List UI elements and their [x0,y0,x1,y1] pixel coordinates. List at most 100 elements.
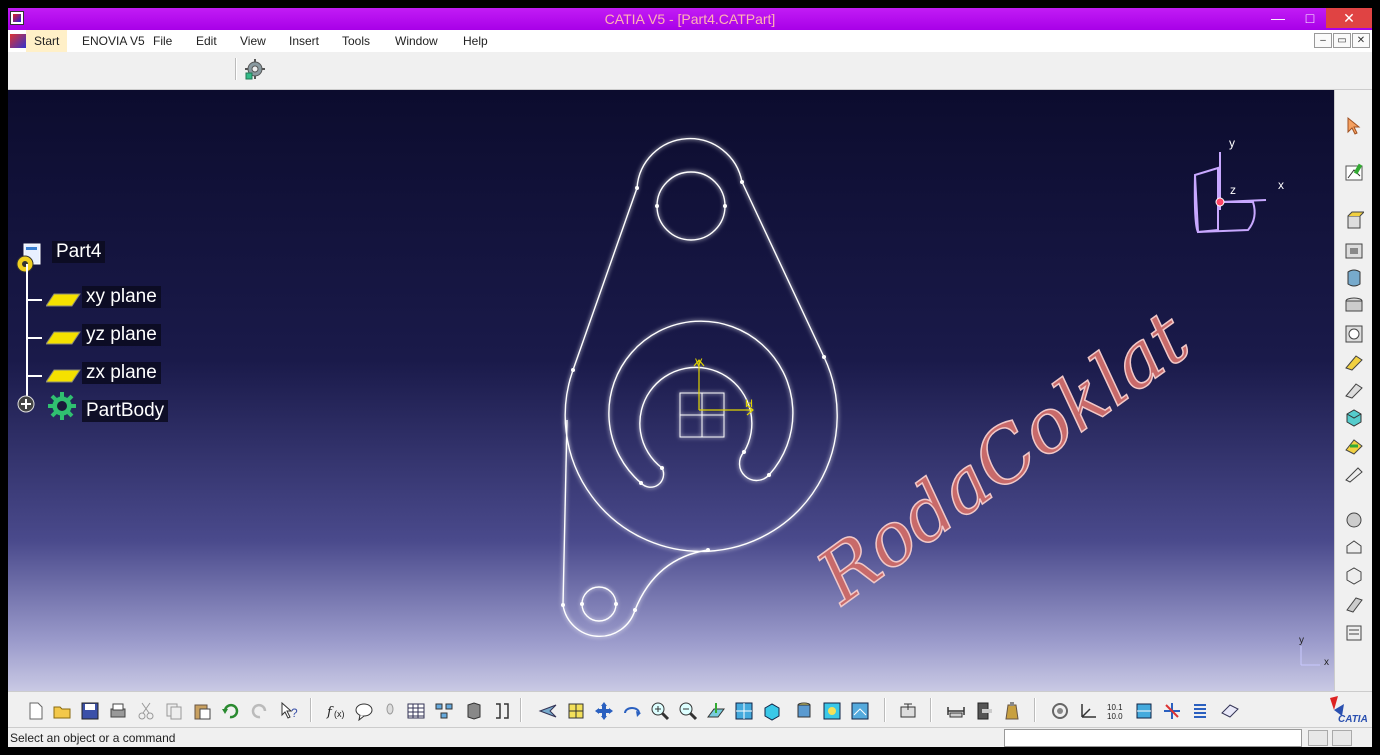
scale-icon[interactable]: 10.110.0 [1106,701,1126,721]
open-icon[interactable] [52,701,72,721]
measure-icon[interactable] [946,701,966,721]
publish-icon[interactable] [898,701,918,721]
menu-help[interactable]: Help [463,34,488,48]
mass-icon[interactable] [1002,701,1022,721]
menu-insert[interactable]: Insert [289,34,319,48]
analysis-icon[interactable] [1162,701,1182,721]
status-button-2[interactable] [1332,730,1352,746]
hole-icon[interactable] [1344,324,1364,344]
title-bar[interactable]: CATIA V5 - [Part4.CATPart] — □ ✕ [8,8,1372,30]
toolbar-separator [1034,698,1036,722]
menu-view[interactable]: View [240,34,266,48]
fillet-icon[interactable] [1344,464,1364,484]
redo-icon[interactable] [250,701,270,721]
tree-node-xy-plane[interactable]: xy plane [82,286,161,308]
doc-restore-button[interactable]: ▭ [1333,33,1351,48]
apply-material-icon[interactable] [1050,701,1070,721]
table-icon[interactable] [406,701,426,721]
hierarchy-icon[interactable] [434,701,454,721]
removed-multi-section-icon[interactable] [1344,436,1364,456]
catalog-icon[interactable] [464,701,484,721]
save-icon[interactable] [80,701,100,721]
light-icon[interactable] [380,701,400,721]
undo-icon[interactable] [220,701,240,721]
pad-icon[interactable] [1344,210,1364,230]
comment-icon[interactable] [354,701,374,721]
sheet-icon[interactable] [1220,701,1240,721]
power-input-field[interactable] [1004,729,1302,747]
sketcher-icon[interactable] [1344,162,1364,182]
shaft-icon[interactable] [1344,268,1364,288]
copy-icon[interactable] [164,701,184,721]
window-title: CATIA V5 - [Part4.CATPart] [604,11,776,27]
formula-icon[interactable]: f (x) [326,701,346,721]
catia-menu-icon[interactable] [10,34,26,48]
expand-icon[interactable] [16,394,36,414]
menu-enovia[interactable]: ENOVIA V5 [82,34,145,48]
zx-plane-icon[interactable] [46,368,82,384]
menu-start[interactable]: Start [26,30,68,52]
zoom-out-icon[interactable] [678,701,698,721]
thickness-icon[interactable] [1344,594,1364,614]
measure-item-icon[interactable] [974,701,994,721]
doc-minimize-button[interactable]: – [1314,33,1332,48]
tree-node-zx-plane[interactable]: zx plane [82,362,161,384]
multi-section-solid-icon[interactable] [1344,408,1364,428]
iso-view-icon[interactable] [734,701,754,721]
partbody-gear-icon[interactable] [46,390,78,422]
whats-this-icon[interactable]: ? [280,701,300,721]
yz-plane-icon[interactable] [46,330,82,346]
zoom-in-icon[interactable] [650,701,670,721]
sketch-geometry[interactable]: V H y x z RodaCoklat y x [8,90,1334,691]
tree-node-partbody[interactable]: PartBody [82,400,169,422]
rib-icon[interactable] [1344,352,1364,372]
3d-viewport[interactable]: V H y x z RodaCoklat y x Part4 xy plane … [8,90,1334,691]
compass-widget[interactable]: y x z [1193,136,1284,234]
pocket-icon[interactable] [1344,240,1364,260]
groove-icon[interactable] [1344,296,1364,316]
menu-file[interactable]: File [153,34,172,48]
hide-show-icon[interactable] [822,701,842,721]
shading-icon[interactable] [794,701,814,721]
xy-plane-icon[interactable] [46,292,82,308]
doc-close-button[interactable]: ✕ [1352,33,1370,48]
toolbar-grip[interactable] [235,58,237,80]
top-toolbar [8,52,1372,90]
axis-system-icon[interactable] [1078,701,1098,721]
menu-tools[interactable]: Tools [342,34,370,48]
chamfer-icon[interactable] [1344,510,1364,530]
menu-window[interactable]: Window [395,34,438,48]
fly-mode-icon[interactable] [538,701,558,721]
fit-all-icon[interactable] [566,701,586,721]
new-icon[interactable] [26,701,46,721]
menu-edit[interactable]: Edit [196,34,217,48]
slot-icon[interactable] [1344,380,1364,400]
toolbar-separator [520,698,522,722]
select-arrow-icon[interactable] [1344,116,1364,136]
workbench-gear-icon[interactable] [244,58,266,80]
tree-node-part[interactable]: Part4 [52,241,106,263]
normal-view-icon[interactable] [706,701,726,721]
cut-icon[interactable] [136,701,156,721]
paste-icon[interactable] [192,701,212,721]
minimize-button[interactable]: — [1264,8,1292,28]
status-button-1[interactable] [1308,730,1328,746]
shell-icon[interactable] [1344,566,1364,586]
tree-node-yz-plane[interactable]: yz plane [82,324,161,346]
right-toolbar [1334,90,1372,691]
thread-icon[interactable] [1344,622,1364,642]
stack-icon[interactable] [1190,701,1210,721]
close-button[interactable]: ✕ [1326,8,1372,28]
swap-space-icon[interactable] [850,701,870,721]
bottom-toolbar: ? f (x) 10.1 10.0 CATIA [8,691,1372,727]
pan-icon[interactable] [594,701,614,721]
view-mode-icon[interactable] [762,701,782,721]
catia-application: CATIA V5 - [Part4.CATPart] — □ ✕ Start E… [0,0,1380,755]
rotate-icon[interactable] [622,701,642,721]
menu-bar: Start ENOVIA V5 File Edit View Insert To… [8,30,1372,52]
print-icon[interactable] [108,701,128,721]
knowledge-icon[interactable] [492,701,512,721]
draft-icon[interactable] [1344,538,1364,558]
maximize-button[interactable]: □ [1296,8,1324,28]
constraint-icon[interactable] [1134,701,1154,721]
